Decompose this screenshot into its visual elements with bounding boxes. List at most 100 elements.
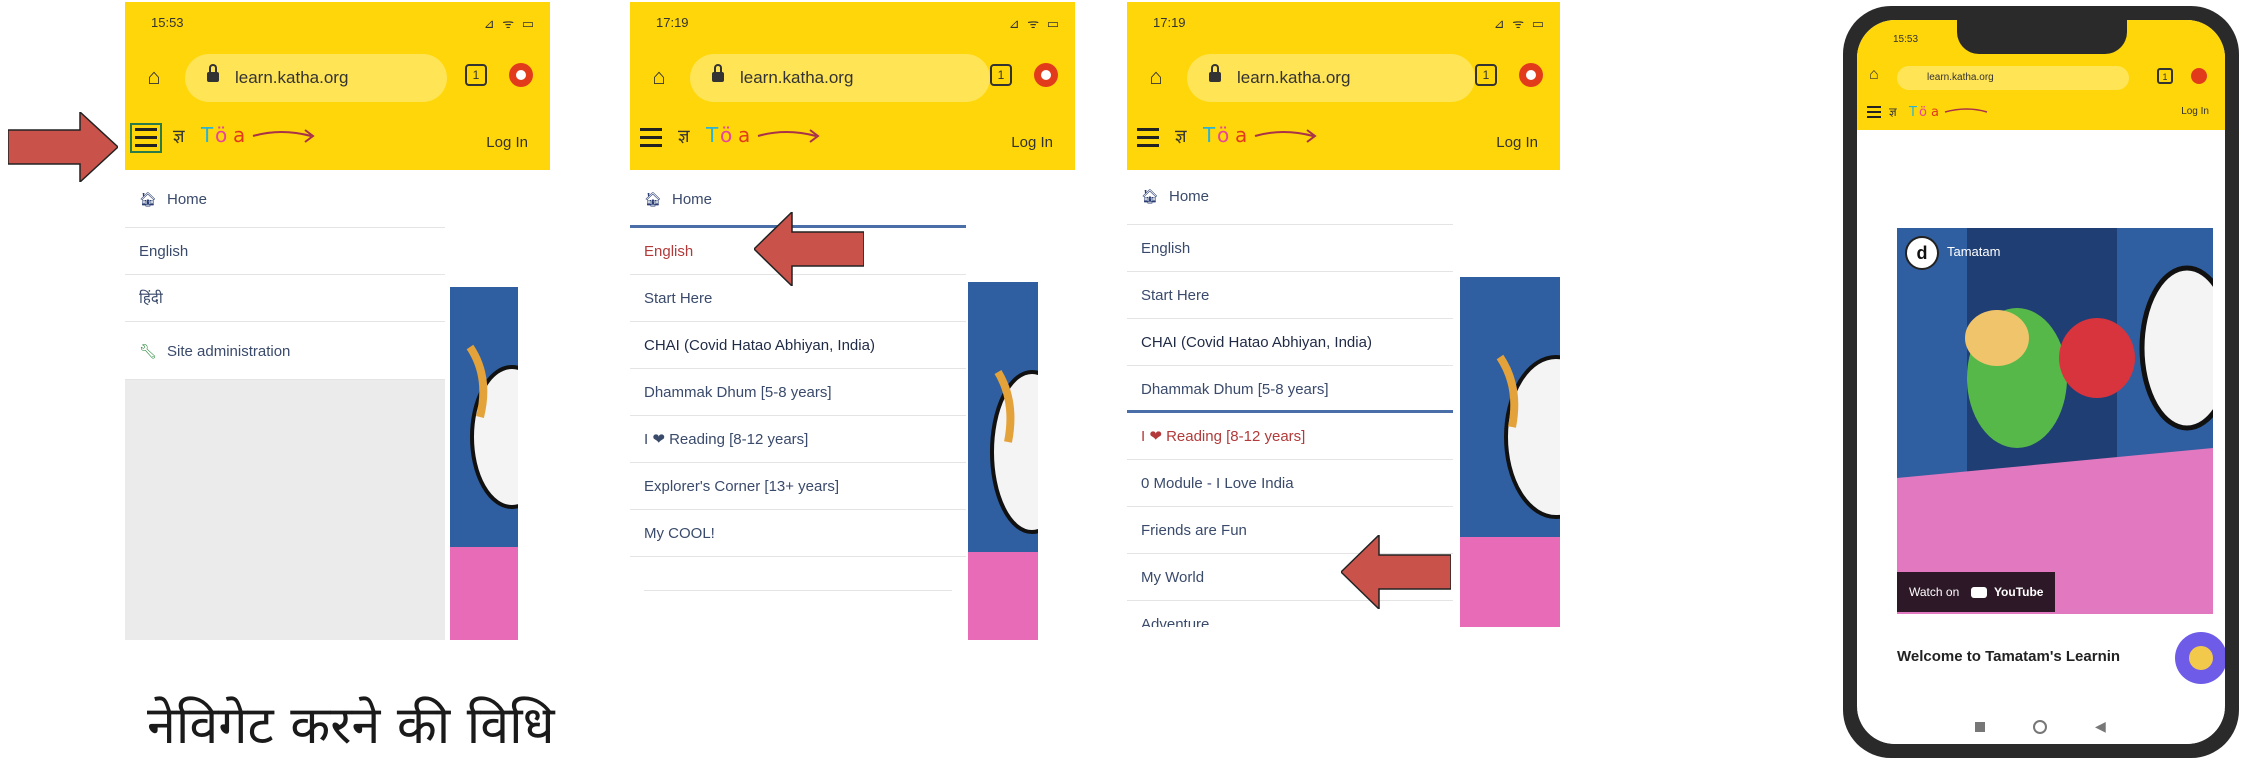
login-link[interactable]: Log In: [1011, 134, 1053, 151]
back-icon[interactable]: ◀: [2095, 718, 2106, 735]
login-link[interactable]: Log In: [1496, 134, 1538, 151]
menu-label: Home: [672, 191, 713, 208]
svg-text:T: T: [1202, 123, 1216, 147]
recents-icon[interactable]: [1975, 722, 1985, 732]
katha-logo: ज्ञ T ö a: [678, 123, 820, 147]
chat-fab-button[interactable]: [2175, 632, 2225, 684]
menu-item-i-love-reading[interactable]: I ❤ Reading [8-12 years]: [630, 416, 966, 463]
svg-text:ö: ö: [720, 123, 732, 147]
device-screen: 15:53 ⌂ learn.katha.org 1 ज्ञ T ö a Log …: [1857, 20, 2225, 744]
menu-label: Dhammak Dhum [5-8 years]: [644, 384, 832, 401]
video-channel-name: Tamatam: [1947, 244, 2001, 259]
menu-item-dhammak-dhum[interactable]: Dhammak Dhum [5-8 years]: [630, 369, 966, 416]
tabs-count-button[interactable]: 1: [990, 64, 1012, 86]
status-bar: 15:53 ⊿ ᯤ ▭: [125, 2, 550, 44]
drawer-empty-area: [125, 380, 445, 640]
svg-text:a: a: [738, 123, 750, 147]
katha-logo: ज्ञ T ö a: [173, 123, 315, 147]
svg-text:T: T: [200, 123, 214, 147]
status-time: 15:53: [151, 15, 184, 30]
menu-label: CHAI (Covid Hatao Abhiyan, India): [644, 337, 875, 354]
menu-label: English: [1141, 240, 1191, 257]
menu-item-chai[interactable]: CHAI (Covid Hatao Abhiyan, India): [630, 322, 966, 369]
menu-item-chai[interactable]: CHAI (Covid Hatao Abhiyan, India): [1127, 319, 1453, 366]
svg-text:ö: ö: [1919, 105, 1927, 120]
home-circle-icon[interactable]: [2033, 720, 2047, 734]
hamburger-menu-icon[interactable]: [640, 128, 662, 148]
login-link[interactable]: Log In: [486, 134, 528, 151]
hamburger-menu-icon[interactable]: [1867, 106, 1881, 118]
watch-on-youtube-button[interactable]: Watch on YouTube: [1897, 572, 2056, 612]
extension-icon[interactable]: [2191, 68, 2207, 84]
phone-device-mockup: 15:53 ⌂ learn.katha.org 1 ज्ञ T ö a Log …: [1843, 6, 2239, 758]
wrench-icon: 🔧︎: [139, 343, 157, 359]
svg-text:ज्ञ: ज्ञ: [678, 126, 690, 147]
svg-text:a: a: [1235, 123, 1247, 147]
address-bar[interactable]: learn.katha.org: [1187, 54, 1475, 102]
home-icon[interactable]: ⌂: [1869, 66, 1879, 84]
extension-icon[interactable]: [509, 63, 533, 87]
home-icon: 🏠︎: [644, 191, 662, 207]
menu-label: English: [644, 243, 694, 260]
login-link[interactable]: Log In: [2181, 106, 2209, 117]
phone-screen-3: 17:19 ⊿ ᯤ ▭ ⌂ learn.katha.org 1 ज्ञ T ö …: [1127, 2, 1560, 627]
menu-item-explorers-corner[interactable]: Explorer's Corner [13+ years]: [630, 463, 966, 510]
background-cartoon: [968, 282, 1038, 640]
menu-item-home[interactable]: 🏠︎ Home: [1127, 170, 1453, 225]
device-browser-toolbar: ⌂ learn.katha.org 1: [1857, 60, 2225, 96]
video-thumbnail: [1897, 228, 2213, 614]
menu-item-my-cool[interactable]: My COOL!: [630, 510, 966, 557]
menu-label: हिंदी: [139, 290, 163, 307]
url-text: learn.katha.org: [1927, 72, 1994, 83]
extension-icon[interactable]: [1034, 63, 1058, 87]
svg-text:a: a: [233, 123, 245, 147]
home-icon[interactable]: ⌂: [644, 62, 674, 92]
svg-text:a: a: [1931, 105, 1939, 120]
menu-item-i-love-reading[interactable]: I ❤ Reading [8-12 years]: [1127, 413, 1453, 460]
device-site-header: ज्ञ T ö a Log In: [1857, 96, 2225, 130]
menu-item-home[interactable]: 🏠︎ Home: [125, 170, 445, 228]
hamburger-menu-icon[interactable]: [130, 123, 162, 153]
home-icon: 🏠︎: [1141, 188, 1159, 204]
menu-item-i-love-india[interactable]: 0 Module - I Love India: [1127, 460, 1453, 507]
svg-text:ज्ञ: ज्ञ: [1175, 126, 1187, 147]
menu-label: Adventure: [1141, 616, 1210, 627]
menu-item-english[interactable]: English: [125, 228, 445, 275]
background-cartoon: [1460, 277, 1560, 627]
tabs-count-button[interactable]: 1: [1475, 64, 1497, 86]
status-icons: ⊿ ᯤ ▭: [1008, 16, 1061, 31]
welcome-heading: Welcome to Tamatam's Learnin: [1897, 648, 2121, 665]
cartoon-art: [450, 287, 518, 640]
address-bar[interactable]: learn.katha.org: [185, 54, 447, 102]
tabs-count-button[interactable]: 1: [465, 64, 487, 86]
status-bar: 17:19 ⊿ ᯤ ▭: [1127, 2, 1560, 44]
home-icon[interactable]: ⌂: [139, 62, 169, 92]
menu-label: 0 Module - I Love India: [1141, 475, 1294, 492]
menu-item-hindi[interactable]: हिंदी: [125, 275, 445, 322]
menu-item-start-here[interactable]: Start Here: [1127, 272, 1453, 319]
annotation-arrow-right: [8, 112, 118, 182]
status-icons: ⊿ ᯤ ▭: [1493, 16, 1546, 31]
address-bar[interactable]: learn.katha.org: [690, 54, 990, 102]
android-nav-bar: ◀: [1857, 710, 2225, 744]
address-bar[interactable]: learn.katha.org: [1897, 66, 2129, 90]
status-time: 15:53: [1893, 34, 1919, 45]
menu-label: Dhammak Dhum [5-8 years]: [1141, 381, 1329, 398]
menu-item-site-administration[interactable]: 🔧︎ Site administration: [125, 322, 445, 380]
cartoon-art: [968, 282, 1038, 640]
channel-avatar[interactable]: d: [1905, 236, 1939, 270]
extension-icon[interactable]: [1519, 63, 1543, 87]
menu-label: English: [139, 243, 189, 260]
menu-item-english[interactable]: English: [1127, 225, 1453, 272]
hamburger-menu-icon[interactable]: [1137, 128, 1159, 148]
youtube-play-icon: [1970, 587, 1987, 599]
home-icon[interactable]: ⌂: [1141, 62, 1171, 92]
menu-label: Site administration: [167, 343, 291, 360]
menu-label: I ❤ Reading [8-12 years]: [1141, 428, 1306, 445]
tabs-count-button[interactable]: 1: [2157, 68, 2173, 84]
menu-label: Start Here: [1141, 287, 1210, 304]
svg-text:ज्ञ: ज्ञ: [173, 126, 185, 147]
youtube-video-embed[interactable]: d Tamatam Watch on YouTube: [1897, 228, 2213, 614]
menu-item-dhammak-dhum[interactable]: Dhammak Dhum [5-8 years]: [1127, 366, 1453, 413]
menu-label: Explorer's Corner [13+ years]: [644, 478, 840, 495]
